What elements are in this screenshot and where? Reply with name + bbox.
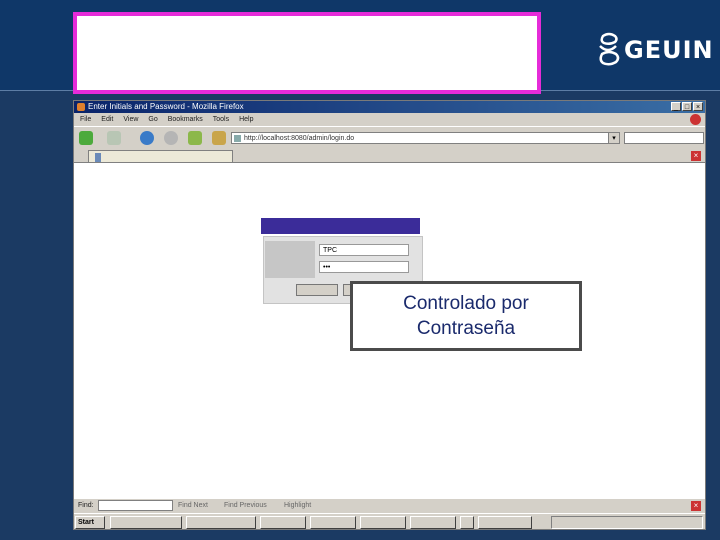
windows-taskbar: Start [74,513,705,529]
reload-icon[interactable] [140,131,154,145]
menu-bar: File Edit View Go Bookmarks Tools Help [74,113,705,126]
taskbar-item[interactable] [478,516,532,529]
geuin-logo-icon [599,32,620,66]
browser-tab[interactable] [88,150,233,162]
menu-help[interactable]: Help [239,113,253,126]
close-tab-icon[interactable]: × [691,151,701,161]
activity-throbber-icon [690,114,701,125]
window-title: Enter Initials and Password - Mozilla Fi… [88,102,244,111]
close-find-bar-icon[interactable]: × [691,501,701,511]
tab-bar: × [74,149,705,163]
login-image [265,241,315,278]
caption-box: Controlado por Contraseña [350,281,582,351]
back-arrow-icon[interactable] [79,131,93,145]
firefox-icon [77,103,85,111]
menu-view[interactable]: View [123,113,138,126]
minimize-button[interactable]: _ [671,102,681,111]
initials-field[interactable]: TPC [319,244,409,256]
window-titlebar: Enter Initials and Password - Mozilla Fi… [74,101,705,113]
menu-edit[interactable]: Edit [101,113,113,126]
address-bar[interactable]: http://localhost:8080/admin/login.do [231,132,620,144]
browser-screenshot: Enter Initials and Password - Mozilla Fi… [73,100,706,530]
taskbar-item[interactable] [460,516,474,529]
menu-tools[interactable]: Tools [213,113,229,126]
find-label: Find: [78,502,94,509]
taskbar-item[interactable] [186,516,256,529]
go-icon[interactable] [188,131,202,145]
highlight-box [73,12,541,94]
logo-text: GEUIN [624,36,714,64]
password-field[interactable]: ••• [319,261,409,273]
menu-file[interactable]: File [80,113,91,126]
geuin-logo: GEUIN [596,30,714,70]
find-bar: Find: Find Next Find Previous Highlight … [74,499,705,513]
tab-page-icon [95,153,101,162]
find-input[interactable] [98,500,173,511]
search-input[interactable] [624,132,704,144]
caption-line-2: Contraseña [416,318,516,339]
stop-icon[interactable] [164,131,178,145]
taskbar-item[interactable] [360,516,406,529]
find-previous-button[interactable]: Find Previous [224,499,267,513]
taskbar-item[interactable] [310,516,356,529]
menu-bookmarks[interactable]: Bookmarks [168,113,203,126]
maximize-button[interactable]: □ [682,102,692,111]
highlight-button[interactable]: Highlight [284,499,311,513]
taskbar-item[interactable] [410,516,456,529]
address-dropdown-button[interactable]: ▾ [608,132,620,144]
find-next-button[interactable]: Find Next [178,499,208,513]
taskbar-item[interactable] [260,516,306,529]
taskbar-item[interactable] [110,516,182,529]
login-header [261,218,420,234]
forward-arrow-icon[interactable] [107,131,121,145]
menu-go[interactable]: Go [148,113,157,126]
address-text: http://localhost:8080/admin/login.do [244,135,355,142]
navigation-toolbar: http://localhost:8080/admin/login.do ▾ [74,126,705,149]
caption-line-1: Controlado por [403,293,529,314]
login-button[interactable] [296,284,338,296]
start-button[interactable]: Start [75,516,105,529]
close-window-button[interactable]: × [693,102,703,111]
home-icon[interactable] [212,131,226,145]
page-icon [234,135,241,142]
system-tray [551,516,703,529]
